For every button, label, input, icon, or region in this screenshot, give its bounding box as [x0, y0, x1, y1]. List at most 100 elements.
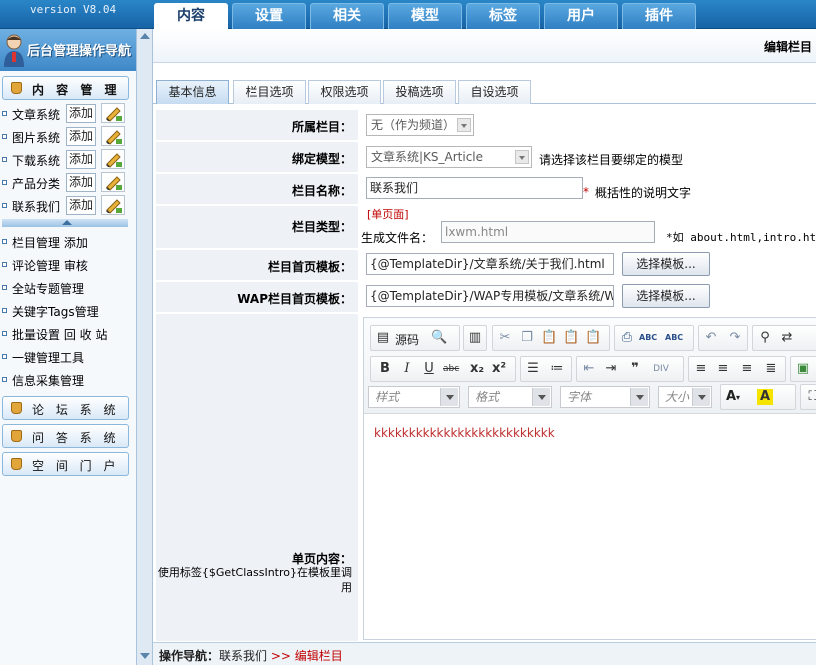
- toolbar-group: A▾ A: [720, 384, 796, 410]
- underline-icon[interactable]: U: [421, 361, 437, 377]
- align-justify-icon[interactable]: ≣: [763, 361, 779, 377]
- sidebar-link[interactable]: 关键字Tags管理: [12, 303, 99, 320]
- tab-submission-options[interactable]: 投稿选项: [383, 80, 456, 104]
- sidebar-item-label[interactable]: 下载系统: [12, 152, 60, 169]
- pencil-icon[interactable]: [101, 149, 125, 169]
- pencil-icon[interactable]: [101, 126, 125, 146]
- paste-word-icon[interactable]: 📋: [585, 330, 601, 346]
- tab-basic-info[interactable]: 基本信息: [156, 80, 229, 104]
- spellcheck-icon[interactable]: ABC: [639, 330, 657, 346]
- size-combo[interactable]: 大小: [658, 386, 712, 408]
- tab-plugins[interactable]: 插件: [622, 3, 696, 29]
- blockquote-icon[interactable]: ❞: [627, 361, 643, 377]
- sidebar-link[interactable]: 批量设置 回 收 站: [12, 326, 107, 343]
- form-label-cell: 栏目名称：: [156, 174, 358, 204]
- text-color-icon[interactable]: A▾: [725, 389, 741, 405]
- italic-icon[interactable]: I: [399, 361, 415, 377]
- source-icon[interactable]: ▤: [375, 330, 391, 346]
- format-combo[interactable]: 格式: [468, 386, 552, 408]
- add-button[interactable]: 添加: [66, 196, 96, 215]
- pencil-icon[interactable]: [101, 103, 125, 123]
- add-button[interactable]: 添加: [66, 173, 96, 192]
- background-color-icon[interactable]: A: [757, 389, 773, 405]
- sidebar-link[interactable]: 信息采集管理: [12, 372, 84, 389]
- subscript-icon[interactable]: x₂: [469, 361, 485, 377]
- indent-icon[interactable]: ⇥: [603, 361, 619, 377]
- paste-icon[interactable]: 📋: [541, 330, 557, 346]
- breadcrumb-current[interactable]: 联系我们: [219, 649, 267, 663]
- toolbar-group: ⇤ ⇥ ❞ DIV: [576, 356, 684, 382]
- collapse-divider[interactable]: [2, 219, 128, 227]
- toolbar-group: ▥: [463, 325, 487, 351]
- align-left-icon[interactable]: ≡: [693, 361, 709, 377]
- tab-custom-options[interactable]: 自设选项: [458, 80, 531, 104]
- tab-model[interactable]: 模型: [388, 3, 462, 29]
- align-right-icon[interactable]: ≡: [739, 361, 755, 377]
- tab-permission-options[interactable]: 权限选项: [308, 80, 381, 104]
- source-button-label[interactable]: 源码: [395, 331, 419, 348]
- strikethrough-icon[interactable]: abc: [443, 361, 459, 377]
- choose-wap-template-button[interactable]: 选择模板...: [622, 284, 710, 308]
- copy-icon[interactable]: ❐: [519, 330, 535, 346]
- section-qa[interactable]: 问 答 系 统: [2, 424, 129, 448]
- sidebar-title: 后台管理操作导航: [27, 44, 132, 59]
- replace-icon[interactable]: ⇄: [779, 330, 795, 346]
- style-combo[interactable]: 样式: [368, 386, 460, 408]
- image-icon[interactable]: ▣: [795, 361, 811, 377]
- sidebar-item-label[interactable]: 文章系统: [12, 106, 60, 123]
- name-input[interactable]: 联系我们: [366, 177, 583, 199]
- div-container-icon[interactable]: DIV: [653, 361, 669, 377]
- tab-tags[interactable]: 标签: [466, 3, 540, 29]
- font-combo[interactable]: 字体: [560, 386, 650, 408]
- scroll-up-icon[interactable]: [140, 33, 150, 39]
- breadcrumb-separator: >>: [270, 649, 291, 663]
- model-select[interactable]: 文章系统|KS_Article: [366, 146, 532, 168]
- sidebar-link[interactable]: 一键管理工具: [12, 349, 84, 366]
- paste-text-icon[interactable]: 📋: [563, 330, 579, 346]
- section-content-management[interactable]: 内 容 管 理: [2, 76, 129, 100]
- tab-column-options[interactable]: 栏目选项: [233, 80, 306, 104]
- add-button[interactable]: 添加: [66, 150, 96, 169]
- pencil-icon[interactable]: [101, 172, 125, 192]
- section-space-portal[interactable]: 空 间 门 户: [2, 452, 129, 476]
- rich-text-editor[interactable]: ▤ 源码 🔍 ▥ ✂ ❐ 📋 📋 📋 ⎙ ABC ABC ↶ ↷ ⚲ ⇄ B I…: [363, 317, 816, 640]
- superscript-icon[interactable]: x²: [491, 361, 507, 377]
- spellcheck-auto-icon[interactable]: ABC: [665, 330, 683, 346]
- align-center-icon[interactable]: ≡: [715, 361, 731, 377]
- add-button[interactable]: 添加: [66, 127, 96, 146]
- sidebar-scrollbar[interactable]: [136, 29, 153, 665]
- parent-select[interactable]: 无（作为频道）: [366, 114, 474, 136]
- filename-input[interactable]: lxwm.html: [441, 221, 655, 243]
- add-button[interactable]: 添加: [66, 104, 96, 123]
- cut-icon[interactable]: ✂: [497, 330, 513, 346]
- bold-icon[interactable]: B: [377, 361, 393, 377]
- sidebar-item-label[interactable]: 图片系统: [12, 129, 60, 146]
- tab-related[interactable]: 相关: [310, 3, 384, 29]
- tab-users[interactable]: 用户: [544, 3, 618, 29]
- numbered-list-icon[interactable]: ☰: [525, 361, 541, 377]
- redo-icon[interactable]: ↷: [727, 330, 743, 346]
- sidebar-item-label[interactable]: 产品分类: [12, 175, 60, 192]
- sidebar-link[interactable]: 栏目管理 添加: [12, 234, 88, 251]
- home-template-input[interactable]: {@TemplateDir}/文章系统/关于我们.html: [366, 253, 614, 275]
- form-value-cell: 联系我们 * 概括性的说明文字: [359, 174, 816, 204]
- print-icon[interactable]: ⎙: [619, 330, 635, 346]
- find-icon[interactable]: ⚲: [757, 330, 773, 346]
- undo-icon[interactable]: ↶: [703, 330, 719, 346]
- bullet-list-icon[interactable]: ≔: [549, 361, 565, 377]
- sidebar-link[interactable]: 评论管理 审核: [12, 257, 88, 274]
- tab-settings[interactable]: 设置: [232, 3, 306, 29]
- maximize-icon[interactable]: ⛶: [805, 389, 816, 405]
- wap-template-input[interactable]: {@TemplateDir}/WAP专用模板/文章系统/W: [366, 285, 614, 307]
- editor-content[interactable]: kkkkkkkkkkkkkkkkkkkkkkkkkk: [374, 426, 555, 440]
- section-forum[interactable]: 论 坛 系 统: [2, 396, 129, 420]
- tab-content[interactable]: 内容: [154, 3, 228, 29]
- preview-icon[interactable]: 🔍: [431, 330, 447, 346]
- scroll-down-icon[interactable]: [140, 653, 150, 659]
- sidebar-item-label[interactable]: 联系我们: [12, 198, 60, 215]
- template-icon[interactable]: ▥: [467, 330, 483, 346]
- sidebar-link[interactable]: 全站专题管理: [12, 280, 84, 297]
- outdent-icon[interactable]: ⇤: [581, 361, 597, 377]
- choose-home-template-button[interactable]: 选择模板...: [622, 252, 710, 276]
- pencil-icon[interactable]: [101, 195, 125, 215]
